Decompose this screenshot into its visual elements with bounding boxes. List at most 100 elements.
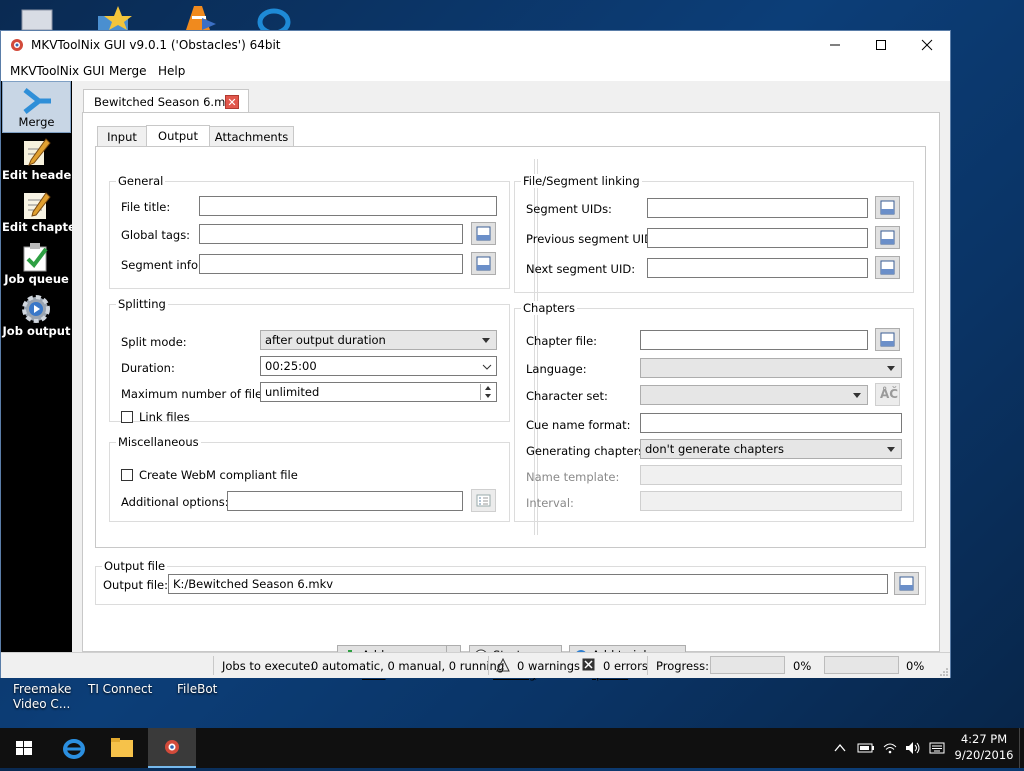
- tab-input[interactable]: Input: [97, 126, 147, 147]
- browse-next-uid-button[interactable]: [875, 256, 900, 279]
- volume-icon[interactable]: [904, 741, 922, 755]
- battery-icon[interactable]: [857, 741, 875, 755]
- keyboard-icon[interactable]: [929, 741, 945, 755]
- status-separator: [647, 656, 648, 675]
- warnings-count[interactable]: 0 warnings: [517, 659, 580, 673]
- browse-output-file-button[interactable]: [894, 572, 919, 595]
- sidebar-item-merge[interactable]: Merge: [2, 81, 71, 133]
- chevron-down-icon: [482, 338, 490, 343]
- minimize-button[interactable]: [812, 31, 858, 60]
- split-mode-select[interactable]: after output duration: [260, 330, 497, 350]
- window-title: MKVToolNix GUI v9.0.1 ('Obstacles') 64bi…: [31, 38, 281, 52]
- max-files-value: unlimited: [265, 385, 320, 399]
- menu-merge[interactable]: Merge: [109, 64, 146, 78]
- splitting-group: Splitting Split mode: after output durat…: [109, 297, 510, 424]
- total-progress-bar: [824, 656, 899, 674]
- spin-buttons[interactable]: [480, 384, 495, 400]
- browse-previous-uid-button[interactable]: [875, 226, 900, 249]
- sidebar-item-job-output[interactable]: Job output: [2, 289, 71, 341]
- cue-name-format-label: Cue name format:: [526, 418, 631, 432]
- global-tags-input[interactable]: [199, 224, 463, 244]
- character-set-select[interactable]: [640, 385, 868, 405]
- output-file-group: Output file Output file: K:/Bewitched Se…: [95, 559, 926, 605]
- folder-icon: [111, 738, 133, 757]
- edit-headers-icon: [24, 138, 51, 166]
- additional-options-button[interactable]: [471, 489, 496, 512]
- menu-mkvtoolnix[interactable]: MKVToolNix GUI: [10, 64, 105, 78]
- menu-bar: MKVToolNix GUI Merge Help: [1, 60, 950, 81]
- max-files-spinbox[interactable]: unlimited: [260, 382, 497, 402]
- sidebar-item-edit-headers[interactable]: Edit headers: [2, 133, 84, 185]
- internet-explorer-icon: [257, 8, 291, 36]
- desktop-label-freemake[interactable]: Freemake Video C...: [13, 682, 71, 712]
- desktop-label-line: FileBot: [177, 682, 218, 696]
- sidebar-item-edit-chapters[interactable]: Edit chapters: [2, 185, 88, 237]
- maximize-button[interactable]: [858, 31, 904, 60]
- options-list-icon: [476, 494, 491, 507]
- next-segment-uid-input[interactable]: [647, 258, 868, 278]
- open-file-icon: [880, 332, 895, 347]
- tab-attachments[interactable]: Attachments: [209, 126, 294, 147]
- segment-uids-input[interactable]: [647, 198, 868, 218]
- edit-chapters-icon: [24, 192, 51, 219]
- desktop-label-line: TI Connect: [88, 682, 153, 696]
- desktop-icon-ie[interactable]: [254, 6, 298, 36]
- interval-input[interactable]: [640, 491, 902, 511]
- menu-help[interactable]: Help: [158, 64, 185, 78]
- desktop-icon-vlc[interactable]: [180, 6, 224, 32]
- segment-info-input[interactable]: [199, 254, 463, 274]
- browse-segment-info-button[interactable]: [471, 252, 496, 275]
- cue-name-format-input[interactable]: [640, 413, 902, 433]
- segment-linking-group: File/Segment linking Segment UIDs: Previ…: [514, 174, 914, 293]
- additional-options-input[interactable]: [227, 491, 463, 511]
- close-tab-icon[interactable]: ✕: [225, 95, 239, 109]
- name-template-label: Name template:: [526, 470, 620, 484]
- duration-value: 00:25:00: [265, 359, 317, 373]
- name-template-input[interactable]: [640, 465, 902, 485]
- chapter-file-input[interactable]: [640, 330, 868, 350]
- show-desktop-button[interactable]: [1019, 728, 1024, 768]
- progress-percent-total: 0%: [906, 659, 925, 673]
- sidebar-item-job-queue[interactable]: Job queue: [2, 237, 71, 289]
- link-files-checkbox[interactable]: [121, 411, 133, 423]
- document-tab[interactable]: Bewitched Season 6.mkv ✕: [83, 89, 249, 113]
- desktop-icon-recycle[interactable]: [18, 6, 62, 32]
- chevron-up-icon[interactable]: [833, 741, 847, 755]
- browse-global-tags-button[interactable]: [471, 222, 496, 245]
- generating-chapters-select[interactable]: don't generate chapters: [640, 439, 902, 459]
- taskbar-mkvtoolnix[interactable]: [148, 728, 196, 768]
- chapter-language-select[interactable]: [640, 358, 902, 378]
- taskbar: 4:27 PM 9/20/2016: [0, 728, 1024, 768]
- character-set-icon: ÅČ: [880, 387, 899, 401]
- star-app-icon: [98, 6, 132, 30]
- taskbar-file-explorer[interactable]: [98, 728, 146, 768]
- close-button[interactable]: [904, 31, 950, 60]
- desktop-label-ti-connect[interactable]: TI Connect: [88, 682, 152, 697]
- title-bar[interactable]: MKVToolNix GUI v9.0.1 ('Obstacles') 64bi…: [1, 31, 950, 60]
- tab-output[interactable]: Output: [146, 125, 210, 147]
- sidebar-item-label: Edit headers: [2, 168, 84, 182]
- duration-input[interactable]: 00:25:00: [260, 356, 497, 376]
- status-separator: [213, 656, 214, 675]
- browse-chapter-file-button[interactable]: [875, 328, 900, 351]
- split-mode-value: after output duration: [265, 333, 386, 347]
- chapter-language-label: Language:: [526, 362, 587, 376]
- wifi-icon[interactable]: [882, 741, 898, 755]
- group-title: General: [116, 174, 166, 188]
- file-title-input[interactable]: [199, 196, 497, 216]
- taskbar-internet-explorer[interactable]: [50, 728, 98, 768]
- desktop-label-filebot[interactable]: FileBot: [177, 682, 217, 697]
- browse-segment-uids-button[interactable]: [875, 196, 900, 219]
- internet-explorer-icon: [63, 739, 85, 759]
- start-button[interactable]: [0, 728, 48, 768]
- system-clock[interactable]: 4:27 PM 9/20/2016: [949, 732, 1019, 762]
- previous-segment-uid-input[interactable]: [647, 228, 868, 248]
- desktop-icon-star[interactable]: [96, 6, 140, 32]
- output-file-input[interactable]: K:/Bewitched Season 6.mkv: [168, 574, 888, 594]
- resize-grip-icon[interactable]: [940, 668, 948, 676]
- status-bar: Jobs to execute: 0 automatic, 0 manual, …: [1, 652, 950, 678]
- errors-count[interactable]: 0 errors: [603, 659, 648, 673]
- minimize-icon: [830, 44, 840, 46]
- character-set-preview-button[interactable]: ÅČ: [875, 383, 900, 406]
- webm-compliant-checkbox[interactable]: [121, 469, 133, 481]
